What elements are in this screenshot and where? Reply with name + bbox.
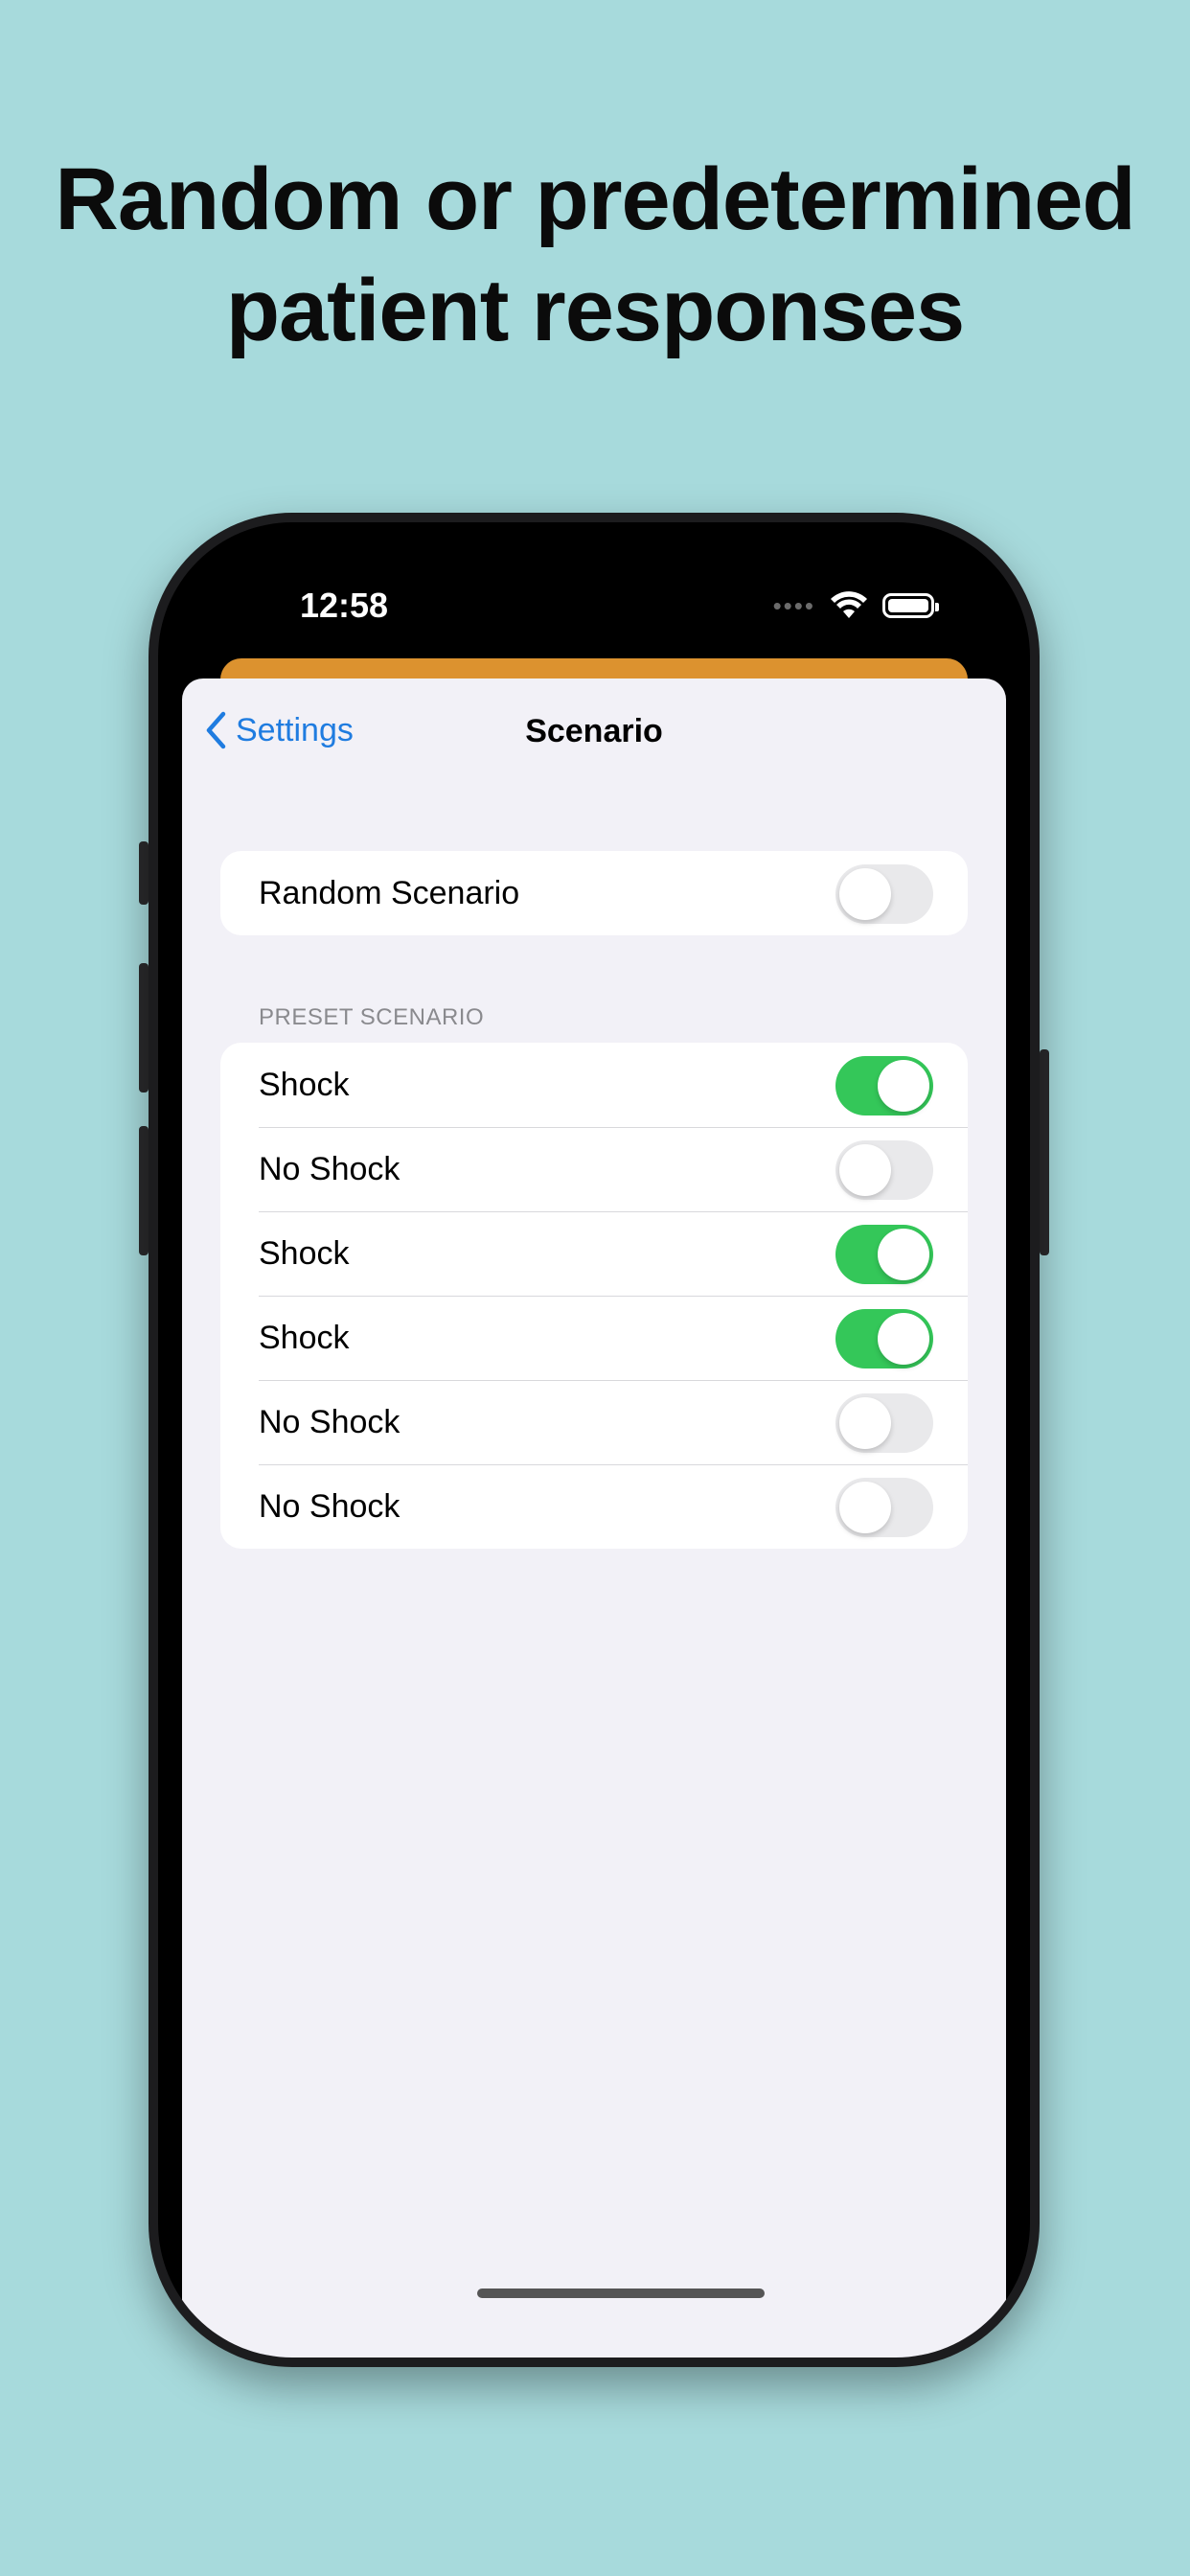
phone-frame: 12:58 •••• Scenario Settings Random Scen [149, 513, 1040, 2367]
toggle-knob [839, 1144, 891, 1196]
wifi-icon [831, 591, 867, 618]
toggle-knob [878, 1313, 929, 1365]
toggle-knob [839, 1482, 891, 1533]
status-icons: •••• [772, 591, 939, 620]
preset-row-label: Shock [259, 1234, 350, 1272]
preset-row-4: Shock [220, 1296, 968, 1380]
status-time: 12:58 [300, 586, 389, 625]
back-button-label: Settings [236, 711, 354, 748]
headline-line-2: patient responses [225, 262, 965, 359]
random-scenario-row: Random Scenario [220, 851, 968, 935]
toggle-knob [839, 1397, 891, 1449]
preset-row-toggle[interactable] [835, 1225, 933, 1284]
preset-row-label: Shock [259, 1066, 350, 1103]
preset-row-3: Shock [220, 1211, 968, 1296]
preset-scenario-group: Shock No Shock Shock Shock No Shock No S… [220, 1043, 968, 1549]
back-button[interactable]: Settings [205, 711, 354, 749]
preset-row-toggle[interactable] [835, 1393, 933, 1453]
power-button [1040, 1049, 1049, 1255]
chevron-left-icon [206, 711, 226, 749]
preset-row-2: No Shock [220, 1127, 968, 1211]
preset-row-6: No Shock [220, 1464, 968, 1549]
signal-dots-icon: •••• [772, 591, 815, 620]
preset-row-toggle[interactable] [835, 1056, 933, 1116]
preset-row-label: Shock [259, 1319, 350, 1356]
preset-row-toggle[interactable] [835, 1478, 933, 1537]
toggle-knob [878, 1060, 929, 1112]
toggle-knob [839, 868, 891, 920]
phone-screen: 12:58 •••• Scenario Settings Random Scen [158, 522, 1030, 2358]
home-indicator [477, 2288, 765, 2298]
preset-row-label: No Shock [259, 1150, 400, 1187]
preset-row-label: No Shock [259, 1403, 400, 1440]
headline-line-1: Random or predetermined [55, 150, 1135, 248]
mute-switch [139, 841, 149, 905]
random-scenario-toggle[interactable] [835, 864, 933, 924]
toggle-knob [878, 1229, 929, 1280]
random-scenario-label: Random Scenario [259, 874, 520, 911]
scenario-sheet: Scenario Settings Random Scenario PRESET… [182, 678, 1006, 2358]
random-scenario-group: Random Scenario [220, 851, 968, 935]
preset-row-toggle[interactable] [835, 1309, 933, 1368]
section-header-preset: PRESET SCENARIO [259, 1004, 485, 1030]
preset-row-5: No Shock [220, 1380, 968, 1464]
volume-up-button [139, 963, 149, 1092]
headline: Random or predetermined patient response… [0, 144, 1190, 366]
preset-row-label: No Shock [259, 1487, 400, 1525]
battery-icon [882, 593, 939, 618]
preset-row-toggle[interactable] [835, 1140, 933, 1200]
preset-row-1: Shock [220, 1043, 968, 1127]
volume-down-button [139, 1126, 149, 1255]
